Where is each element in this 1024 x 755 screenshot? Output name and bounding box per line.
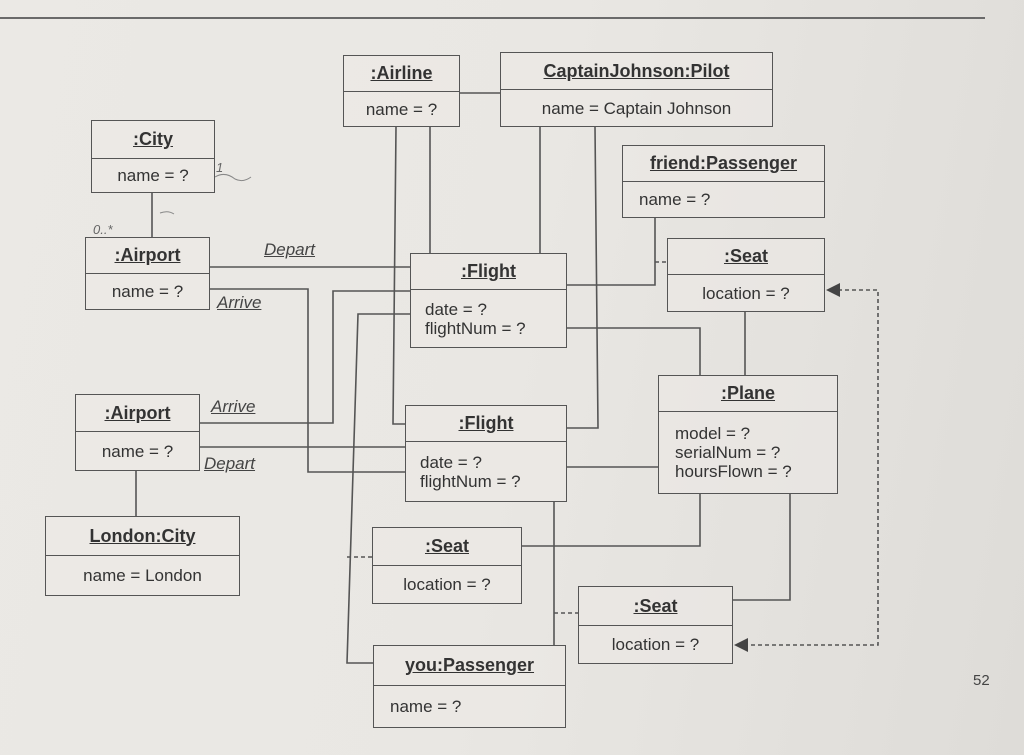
object-attribute: flightNum = ? <box>425 318 526 338</box>
link-label-arrive-1: Arrive <box>217 293 262 312</box>
arrowhead-seat1 <box>826 283 840 297</box>
object-airport-2: :Airport name = ? <box>75 394 200 471</box>
object-attribute: name = ? <box>365 99 438 119</box>
object-title: :Airline <box>370 63 433 83</box>
object-flight-2: :Flight date = ? flightNum = ? <box>405 405 567 502</box>
link-label-arrive-2: Arrive <box>211 397 256 416</box>
object-title: CaptainJohnson:Pilot <box>543 60 730 81</box>
object-title: :Airport <box>104 402 171 423</box>
object-title: you:Passenger <box>404 655 535 675</box>
object-friend-passenger: friend:Passenger name = ? <box>622 145 825 218</box>
page-number: 52 <box>973 672 990 689</box>
object-title: :Flight <box>461 261 516 281</box>
object-attribute: flightNum = ? <box>420 471 521 491</box>
object-title: :Seat <box>424 536 469 556</box>
object-plane: :Plane model = ? serialNum = ? hoursFlow… <box>658 375 838 494</box>
object-title: :Airport <box>114 245 181 265</box>
object-title: friend:Passenger <box>649 153 798 173</box>
object-attribute: name = London <box>83 566 202 585</box>
object-title: :Seat <box>723 246 768 266</box>
object-title: :Flight <box>458 413 514 433</box>
link-flight1-plane <box>567 327 701 375</box>
object-attribute: name = ? <box>390 697 462 716</box>
object-airline: :Airline name = ? <box>343 55 460 127</box>
object-attribute: name = Captain Johnson <box>541 98 732 118</box>
object-pilot: CaptainJohnson:Pilot name = Captain John… <box>500 52 773 127</box>
object-attribute: name = ? <box>117 166 189 185</box>
object-title: London:City <box>89 525 196 546</box>
object-attribute: name = ? <box>111 282 184 301</box>
object-flight-1: :Flight date = ? flightNum = ? <box>410 253 567 348</box>
link-flight1-friend <box>567 218 656 286</box>
object-attribute: location = ? <box>702 283 790 303</box>
object-airport-1: :Airport name = ? <box>85 237 210 310</box>
object-title: :Plane <box>720 383 776 403</box>
object-attribute: model = ? <box>675 424 751 443</box>
link-pilot-flight2 <box>567 126 599 429</box>
multiplicity-annotation: 0..* <box>93 222 113 237</box>
object-seat-3: :Seat location = ? <box>578 586 733 664</box>
object-attribute: date = ? <box>425 299 487 319</box>
object-attribute: location = ? <box>403 575 491 594</box>
multiplicity-one-annotation: 1 <box>216 160 224 175</box>
object-seat-2: :Seat location = ? <box>372 527 522 604</box>
object-attribute: hoursFlown = ? <box>675 462 792 481</box>
link-airline-flight2 <box>392 126 405 425</box>
object-attribute: name = ? <box>101 441 174 461</box>
link-label-depart-1: Depart <box>264 240 316 259</box>
object-title: :City <box>133 129 173 149</box>
object-seat-1: :Seat location = ? <box>667 238 825 312</box>
object-title: :Seat <box>633 595 678 616</box>
link-arrive1 <box>210 288 405 473</box>
object-attribute: location = ? <box>611 635 700 654</box>
link-plane-seat3 <box>733 494 791 601</box>
object-city: :City name = ? <box>91 120 215 193</box>
link-flight1-you <box>346 313 410 664</box>
object-attribute: name = ? <box>639 190 711 209</box>
link-label-depart-2: Depart <box>204 454 256 473</box>
object-london-city: London:City name = London <box>45 516 240 596</box>
object-you-passenger: you:Passenger name = ? <box>373 645 566 728</box>
object-attribute: serialNum = ? <box>675 443 781 462</box>
arrowhead-seat3 <box>734 638 748 652</box>
object-attribute: date = ? <box>420 452 482 472</box>
